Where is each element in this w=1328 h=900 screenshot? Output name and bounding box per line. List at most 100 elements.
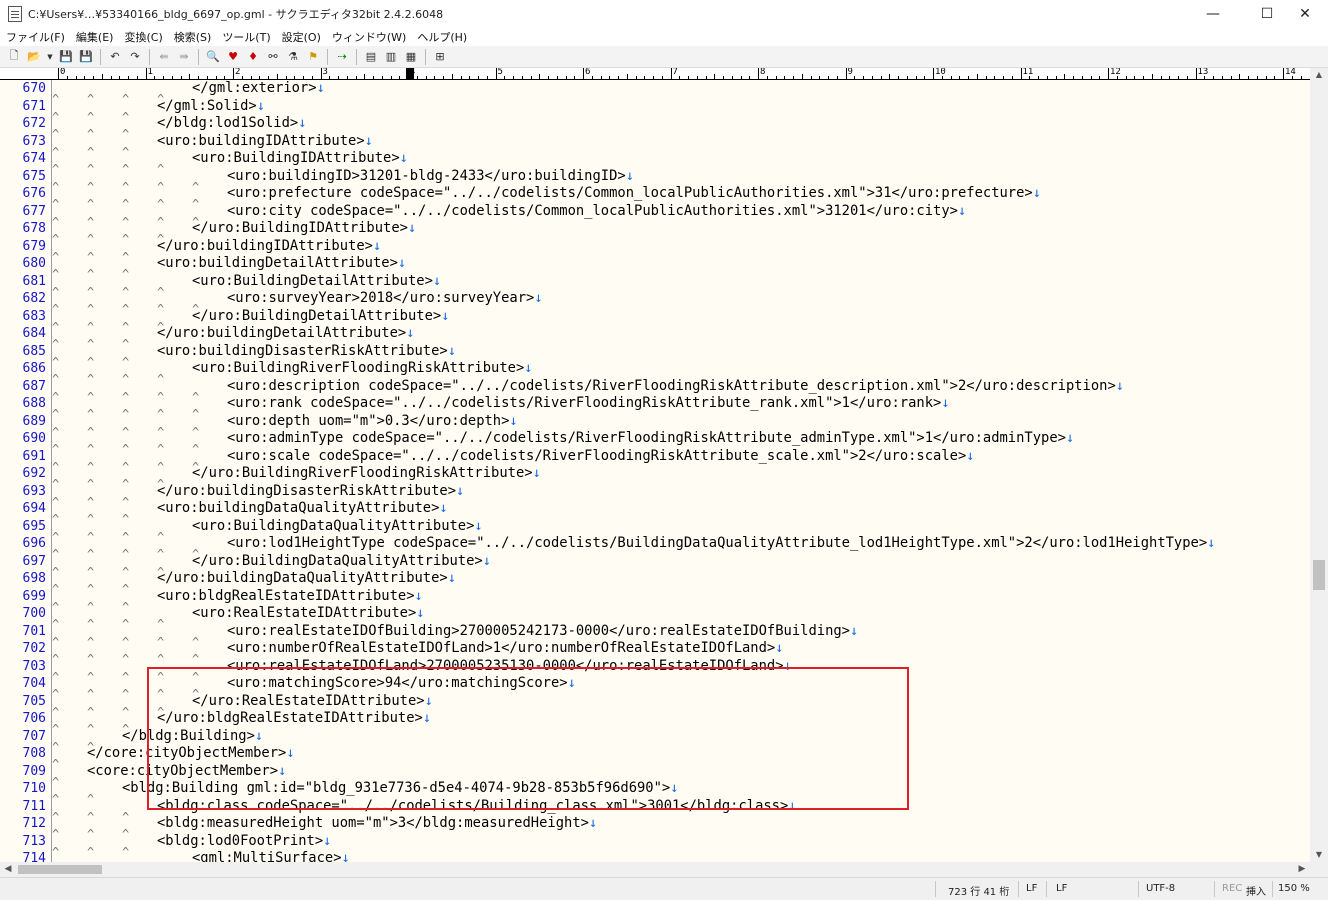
code-line[interactable]: </uro:buildingDetailAttribute>↓ [52,325,415,354]
menu-window[interactable]: ウィンドウ(W) [332,29,406,45]
editor-area[interactable]: 670 671 672 673 674 675 676 677 678 679 680 681 682 6… [0,80,1310,862]
code-line[interactable]: <uro:scale codeSpace="../../codelists/Ri… [52,448,975,477]
open-file-icon[interactable]: 📂 [26,49,42,65]
code-line[interactable]: <bldg:lod0FootPrint>↓ [52,833,331,862]
eol-marker-icon: ↓ [397,255,407,271]
search-next-icon[interactable]: ♦ [245,49,261,65]
scroll-up-icon[interactable]: ▲ [1310,68,1328,82]
code-line[interactable]: </uro:buildingDataQualityAttribute>↓ [52,570,456,599]
menu-file[interactable]: ファイル(F) [6,29,65,45]
eol-marker-icon: ↓ [1032,185,1042,201]
code-text-content: <uro:BuildingDetailAttribute> [192,272,433,289]
save-all-icon[interactable]: 💾 [78,49,94,65]
grep-icon[interactable]: ⚗ [285,49,301,65]
settings-icon[interactable]: ▦ [403,49,419,65]
font-icon[interactable]: ⊞ [432,49,448,65]
line-number: 688 [22,396,46,411]
ruler-minor-tick [416,76,418,79]
eol-marker-icon: ↓ [1207,535,1216,551]
status-insert-mode[interactable]: 挿入 [1246,883,1266,898]
menu-edit[interactable]: 編集(E) [76,29,114,45]
code-line[interactable]: <uro:BuildingDetailAttribute>↓ [52,272,441,302]
code-line[interactable]: <uro:adminType codeSpace="../../codelist… [52,430,1074,459]
jump-next-icon[interactable]: ⇛ [176,49,192,65]
new-file-icon[interactable]: 🗋 [6,49,22,65]
code-line[interactable]: <uro:depth uom="m">0.3</uro:depth>↓ [52,413,518,442]
status-eol-type[interactable]: LF [1026,883,1037,894]
outline-icon[interactable]: ▤ [363,49,379,65]
ruler-minor-tick [854,76,856,79]
replace-icon[interactable]: ⚯ [265,49,281,65]
code-line[interactable]: <uro:bldgRealEstateIDAttribute>↓ [52,588,423,617]
code-line[interactable]: <uro:BuildingRiverFloodingRiskAttribute>… [52,360,533,389]
line-number: 675 [22,168,46,184]
menu-convert[interactable]: 変換(C) [124,29,162,45]
ruler-minor-tick [338,76,339,79]
ruler-minor-tick [294,76,296,79]
ruler-minor-tick [871,76,873,79]
dropdown-icon[interactable]: ▼ [46,49,54,65]
horizontal-scrollbar[interactable]: ◀ ▶ [0,862,1310,877]
tag-jump-icon[interactable]: ⇢ [334,49,350,65]
jump-prev-icon[interactable]: ⇚ [156,49,172,65]
scroll-down-icon[interactable]: ▼ [1310,848,1328,862]
code-line[interactable]: <uro:lod1HeightType codeSpace="../../cod… [52,535,1216,564]
menu-help[interactable]: ヘルプ(H) [417,29,467,45]
vertical-scrollbar[interactable]: ▲ ▼ [1310,68,1328,862]
code-line[interactable]: <uro:buildingDisasterRiskAttribute>↓ [52,343,456,372]
code-line[interactable]: <uro:description codeSpace="../../codeli… [52,378,1124,407]
code-line[interactable]: <uro:buildingIDAttribute>↓ [52,133,373,162]
close-button[interactable]: ✕ [1282,0,1328,28]
horizontal-scroll-thumb[interactable] [18,865,102,874]
code-line[interactable]: <uro:surveyYear>2018</uro:surveyYear>↓ [52,290,543,319]
code-line[interactable]: <uro:prefecture codeSpace="../../codelis… [52,185,1042,214]
menu-tools[interactable]: ツール(T) [222,29,270,45]
code-text-content: <uro:RealEstateIDAttribute> [192,605,417,621]
ruler-minor-tick [723,76,724,79]
code-line[interactable]: <uro:RealEstateIDAttribute>↓ [52,605,425,634]
redo-icon[interactable]: ↷ [127,49,143,65]
eol-marker-icon: ↓ [416,605,425,621]
code-line[interactable]: <uro:rank codeSpace="../../codelists/Riv… [52,395,950,424]
scroll-right-icon[interactable]: ▶ [1294,862,1310,877]
status-eol-mode[interactable]: LF [1056,883,1067,894]
status-rec: REC [1222,883,1243,894]
search-icon[interactable]: 🔍 [205,49,221,65]
scroll-left-icon[interactable]: ◀ [0,862,16,877]
code-line[interactable]: <uro:buildingDataQualityAttribute>↓ [52,500,448,529]
code-line[interactable]: </gml:Solid>↓ [52,98,265,127]
code-line[interactable]: <uro:buildingID>31201-bldg-2433</uro:bui… [52,168,634,197]
code-line[interactable]: </uro:BuildingDetailAttribute>↓ [52,308,450,337]
code-line[interactable]: </uro:buildingDisasterRiskAttribute>↓ [52,483,464,512]
code-line[interactable]: </uro:BuildingDataQualityAttribute>↓ [52,553,491,582]
line-number: 685 [22,343,46,359]
menu-search[interactable]: 検索(S) [174,29,212,45]
minimize-button[interactable]: — [1190,0,1236,28]
ruler-major-tick [58,68,59,79]
code-line[interactable]: <uro:city codeSpace="../../codelists/Com… [52,203,966,232]
code-line[interactable]: </uro:buildingIDAttribute>↓ [52,238,381,267]
line-number: 698 [22,571,46,586]
code-line[interactable]: </gml:exterior>↓ [52,80,325,109]
search-prev-icon[interactable]: ♥ [225,49,241,65]
menu-settings[interactable]: 設定(O) [282,29,321,45]
save-icon[interactable]: 💾 [58,49,74,65]
code-line[interactable]: <uro:buildingDetailAttribute>↓ [52,255,407,284]
code-line[interactable]: </uro:BuildingRiverFloodingRiskAttribute… [52,465,541,494]
code-line[interactable]: <uro:BuildingDataQualityAttribute>↓ [52,518,483,547]
ruler-major-tick [933,68,934,79]
ruler-minor-tick [346,76,348,79]
status-encoding[interactable]: UTF-8 [1146,883,1175,894]
bookmark-icon[interactable]: ⚑ [305,49,321,65]
code-line[interactable]: </uro:BuildingIDAttribute>↓ [52,220,416,249]
code-line[interactable]: <uro:BuildingIDAttribute>↓ [52,150,408,179]
code-line[interactable]: <gml:MultiSurface>↓ [52,850,350,862]
code-line[interactable]: </bldg:lod1Solid>↓ [52,115,307,144]
vertical-scroll-thumb[interactable] [1313,560,1325,590]
code-line[interactable]: <uro:realEstateIDOfBuilding>270000524217… [52,623,858,652]
compare-icon[interactable]: ▥ [383,49,399,65]
code-line[interactable]: <bldg:measuredHeight uom="m">3</bldg:mea… [52,815,597,844]
status-zoom[interactable]: 150 % [1278,883,1310,894]
undo-icon[interactable]: ↶ [107,49,123,65]
code-line[interactable]: <uro:numberOfRealEstateIDOfLand>1</uro:n… [52,640,784,669]
